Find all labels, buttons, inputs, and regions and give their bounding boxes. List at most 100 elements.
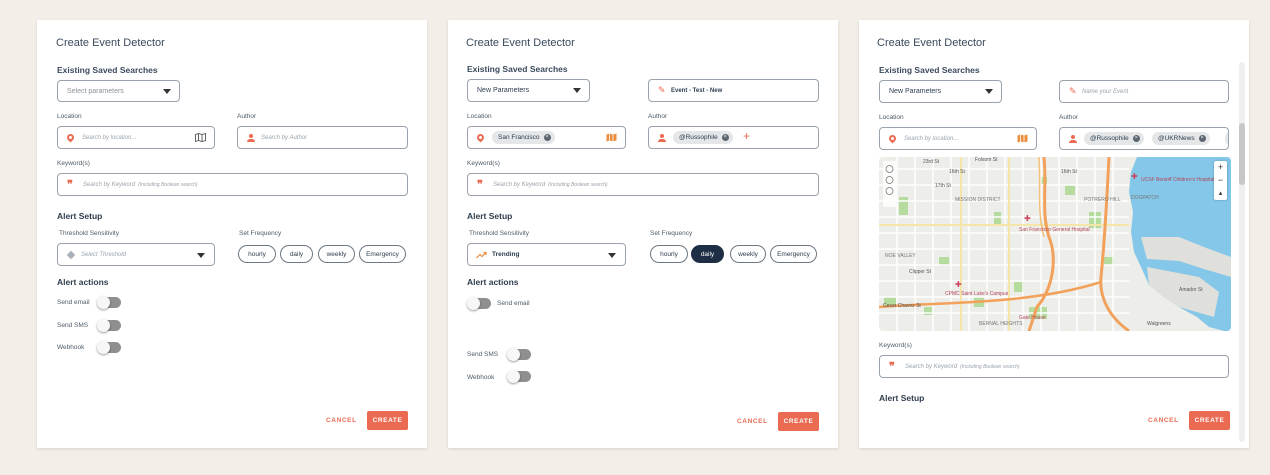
keyword-label: Keyword(s) <box>57 160 90 167</box>
saved-search-select[interactable]: Select parameters <box>57 80 180 102</box>
caret-down-icon <box>985 89 993 94</box>
chip-remove-icon[interactable]: × <box>721 134 729 141</box>
frequency-hourly[interactable]: hourly <box>650 245 688 263</box>
map-label: San Francisco General Hospital <box>1019 227 1090 233</box>
webhook-toggle[interactable] <box>507 370 531 383</box>
saved-search-select[interactable]: New Parameters <box>467 79 590 102</box>
send-sms-label: Send SMS <box>57 322 89 329</box>
event-name-value: Event - Test - New <box>671 87 723 94</box>
alert-setup-heading: Alert Setup <box>879 393 925 403</box>
saved-search-select[interactable]: New Parameters <box>879 80 1002 103</box>
keyword-placeholder: Search by Keyword <box>83 181 136 188</box>
frequency-label: Set Frequency <box>239 230 282 237</box>
caret-down-icon <box>573 88 581 93</box>
keyword-input[interactable]: ❞ Search by Keyword (Including Boolean s… <box>467 173 819 196</box>
saved-search-value: New Parameters <box>889 88 942 95</box>
author-chip[interactable]: @UKRNews × <box>1152 132 1210 145</box>
author-chip[interactable]: @Russophile × <box>1084 132 1144 145</box>
frequency-daily[interactable]: daily <box>691 245 724 263</box>
keyword-input[interactable]: ❞ Search by Keyword (Including Boolean s… <box>57 173 408 196</box>
saved-search-value: New Parameters <box>477 87 530 94</box>
send-sms-label: Send SMS <box>467 351 499 358</box>
send-email-toggle[interactable] <box>467 297 491 310</box>
map-label: NOE VALLEY <box>885 253 916 259</box>
threshold-icon <box>66 250 76 260</box>
location-input[interactable]: Search by location... <box>879 127 1037 150</box>
plus-icon[interactable]: + <box>743 130 750 142</box>
pencil-icon: ✎ <box>658 85 666 95</box>
create-button[interactable]: CREATE <box>778 412 819 431</box>
zoom-out-icon[interactable]: − <box>1214 174 1227 187</box>
location-label: Location <box>879 114 904 121</box>
location-input[interactable]: San Francisco × <box>467 126 626 149</box>
chip-remove-icon[interactable]: × <box>1132 135 1140 142</box>
event-detector-panel-2: Create Event Detector Existing Saved Sea… <box>448 20 838 448</box>
map-label: Clipper St <box>909 269 932 275</box>
caret-down-icon <box>197 253 205 258</box>
alert-setup-heading: Alert Setup <box>57 211 103 221</box>
send-sms-toggle[interactable] <box>507 348 531 361</box>
send-email-toggle[interactable] <box>97 296 121 309</box>
chip-remove-icon[interactable]: × <box>543 134 551 141</box>
location-map[interactable]: 23rd St Folsom St 16th St 16th St 17th S… <box>879 157 1231 331</box>
svg-text:✚: ✚ <box>1024 214 1031 223</box>
author-label: Author <box>1059 114 1079 121</box>
author-placeholder: Search by Author <box>261 134 308 141</box>
frequency-emergency[interactable]: Emergency <box>359 245 406 263</box>
create-button[interactable]: CREATE <box>367 411 408 430</box>
frequency-hourly[interactable]: hourly <box>238 245 276 263</box>
zoom-in-icon[interactable]: + <box>1214 161 1227 174</box>
event-name-input[interactable]: ✎ Event - Test - New <box>648 79 819 102</box>
pencil-icon: ✎ <box>1069 86 1077 96</box>
map-label: CPMC Saint Luke's Campus <box>945 291 1009 297</box>
compass-icon[interactable]: ▴ <box>1214 187 1227 200</box>
location-input[interactable]: Search by location... <box>57 126 215 149</box>
author-chip[interactable]: @Russophile × <box>673 131 733 144</box>
create-button[interactable]: CREATE <box>1189 411 1230 430</box>
scrollbar-track[interactable] <box>1239 62 1245 442</box>
cancel-button[interactable]: CANCEL <box>326 417 357 424</box>
saved-searches-label: Existing Saved Searches <box>57 65 158 75</box>
send-sms-toggle[interactable] <box>97 319 121 332</box>
map-label: 16th St <box>1061 169 1077 175</box>
threshold-select[interactable]: Trending <box>467 243 626 266</box>
webhook-label: Webhook <box>467 374 495 381</box>
scrollbar-thumb[interactable] <box>1239 123 1245 185</box>
frequency-weekly[interactable]: weekly <box>730 245 766 263</box>
map-label: BERNAL HEIGHTS <box>979 321 1023 327</box>
map-canvas[interactable]: 23rd St Folsom St 16th St 16th St 17th S… <box>879 157 1231 331</box>
cancel-button[interactable]: CANCEL <box>737 418 768 425</box>
map-label: Cesar Chavez St <box>883 303 921 309</box>
author-input[interactable]: @Russophile × @UKRNews × <box>1059 127 1229 150</box>
map-icon[interactable] <box>1017 134 1028 143</box>
map-icon[interactable] <box>195 133 206 142</box>
chip-remove-icon[interactable]: × <box>1198 135 1206 142</box>
cancel-button[interactable]: CANCEL <box>1148 417 1179 424</box>
location-pin-icon <box>887 133 898 144</box>
threshold-value: Select Threshold <box>81 251 127 258</box>
map-label: Walgreens <box>1147 321 1171 327</box>
author-input[interactable]: @Russophile × + <box>648 126 819 149</box>
event-name-placeholder: Name your Event <box>1082 88 1129 95</box>
saved-searches-label: Existing Saved Searches <box>467 64 568 74</box>
threshold-label: Threshold Sensitivity <box>59 230 119 237</box>
frequency-emergency[interactable]: Emergency <box>770 245 817 263</box>
event-name-input[interactable]: ✎ Name your Event <box>1059 80 1229 103</box>
send-email-label: Send email <box>497 300 530 307</box>
frequency-daily[interactable]: daily <box>280 245 313 263</box>
webhook-toggle[interactable] <box>97 341 121 354</box>
threshold-value: Trending <box>492 251 520 258</box>
author-input[interactable]: Search by Author <box>237 126 408 149</box>
threshold-select[interactable]: Select Threshold <box>57 243 215 266</box>
location-chip[interactable]: San Francisco × <box>492 131 555 144</box>
map-icon[interactable] <box>606 133 617 142</box>
map-label: DOGPATCH <box>1131 195 1159 201</box>
keyword-input[interactable]: ❞ Search by Keyword (Including Boolean s… <box>879 355 1229 378</box>
frequency-weekly[interactable]: weekly <box>318 245 355 263</box>
map-label: UCSF Benioff Children's Hospital <box>1141 177 1214 183</box>
location-pin-icon <box>65 132 76 143</box>
send-email-label: Send email <box>57 299 90 306</box>
keyword-placeholder: Search by Keyword <box>493 181 546 188</box>
caret-down-icon <box>608 253 616 258</box>
webhook-label: Webhook <box>57 344 85 351</box>
